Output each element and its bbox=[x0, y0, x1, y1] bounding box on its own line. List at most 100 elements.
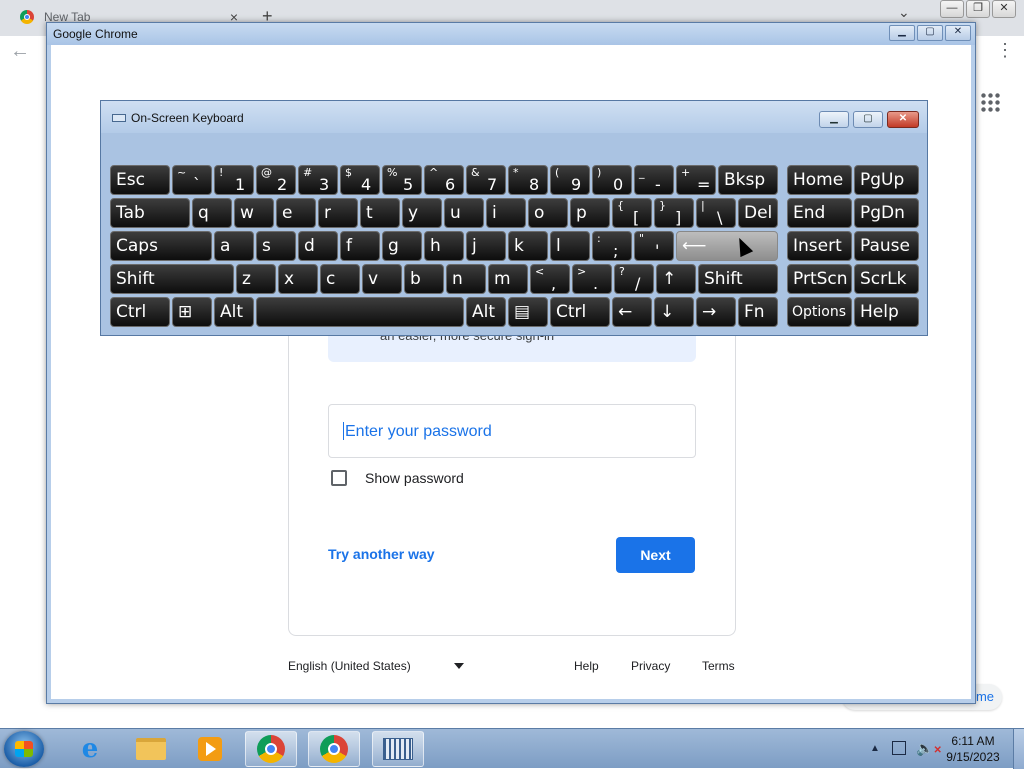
osk-key-i[interactable]: i bbox=[486, 198, 526, 228]
osk-key-prtscn[interactable]: PrtScn bbox=[787, 264, 852, 294]
osk-key-u[interactable]: u bbox=[444, 198, 484, 228]
back-arrow-icon[interactable]: ← bbox=[10, 40, 30, 63]
osk-key-symbol[interactable]: }] bbox=[654, 198, 694, 228]
osk-key-alt[interactable]: Alt bbox=[466, 297, 506, 327]
osk-key-pgdn[interactable]: PgDn bbox=[854, 198, 919, 228]
terms-link[interactable]: Terms bbox=[702, 659, 735, 673]
osk-key-t[interactable]: t bbox=[360, 198, 400, 228]
taskbar-media-player[interactable] bbox=[184, 731, 236, 767]
osk-key-p[interactable]: p bbox=[570, 198, 610, 228]
show-password-checkbox[interactable] bbox=[331, 470, 347, 486]
osk-key-w[interactable]: w bbox=[234, 198, 274, 228]
osk-key-symbol[interactable]: _ - bbox=[634, 165, 674, 195]
menu-kebab-icon[interactable]: ⋮ bbox=[996, 40, 1014, 61]
taskbar-on-screen-keyboard[interactable] bbox=[372, 731, 424, 767]
osk-key-s[interactable]: s bbox=[256, 231, 296, 261]
osk-key-k[interactable]: k bbox=[508, 231, 548, 261]
osk-key-alt[interactable]: Alt bbox=[214, 297, 254, 327]
osk-key-fn[interactable]: Fn bbox=[738, 297, 778, 327]
osk-key-symbol[interactable]: :; bbox=[592, 231, 632, 261]
network-icon[interactable] bbox=[892, 741, 906, 755]
osk-key-0[interactable]: ) 0 bbox=[592, 165, 632, 195]
osk-key-r[interactable]: r bbox=[318, 198, 358, 228]
osk-key-scrlk[interactable]: ScrLk bbox=[854, 264, 919, 294]
osk-key-pause[interactable]: Pause bbox=[854, 231, 919, 261]
osk-key-n[interactable]: n bbox=[446, 264, 486, 294]
osk-key-3[interactable]: #3 bbox=[298, 165, 338, 195]
password-field[interactable] bbox=[328, 404, 696, 458]
popup-maximize-button[interactable]: ▢ bbox=[917, 25, 943, 41]
osk-key-7[interactable]: & 7 bbox=[466, 165, 506, 195]
osk-key-z[interactable]: z bbox=[236, 264, 276, 294]
osk-key-ctrl[interactable]: Ctrl bbox=[110, 297, 170, 327]
osk-key-symbol[interactable]: ← bbox=[612, 297, 652, 327]
osk-key-symbol[interactable]: ~ ` bbox=[172, 165, 212, 195]
osk-key-ctrl[interactable]: Ctrl bbox=[550, 297, 610, 327]
osk-key-insert[interactable]: Insert bbox=[787, 231, 852, 261]
osk-key-help[interactable]: Help bbox=[854, 297, 919, 327]
osk-key-symbol[interactable]: ↓ bbox=[654, 297, 694, 327]
osk-key-shift[interactable]: Shift bbox=[110, 264, 234, 294]
restore-button[interactable]: ❐ bbox=[966, 0, 990, 18]
osk-key-symbol[interactable]: ↑ bbox=[656, 264, 696, 294]
osk-key-a[interactable]: a bbox=[214, 231, 254, 261]
osk-key-symbol[interactable]: ▤ bbox=[508, 297, 548, 327]
taskbar-chrome-profile[interactable] bbox=[245, 731, 297, 767]
osk-key-q[interactable]: q bbox=[192, 198, 232, 228]
osk-key-symbol[interactable]: + = bbox=[676, 165, 716, 195]
osk-key-del[interactable]: Del bbox=[738, 198, 778, 228]
osk-key-bksp[interactable]: Bksp bbox=[718, 165, 778, 195]
osk-key-symbol[interactable]: ⊞ bbox=[172, 297, 212, 327]
tray-expand-icon[interactable]: ▲ bbox=[870, 743, 880, 754]
osk-key-f[interactable]: f bbox=[340, 231, 380, 261]
osk-key-g[interactable]: g bbox=[382, 231, 422, 261]
osk-key-9[interactable]: (9 bbox=[550, 165, 590, 195]
osk-key-caps[interactable]: Caps bbox=[110, 231, 212, 261]
close-button[interactable]: ✕ bbox=[992, 0, 1016, 18]
show-password-row[interactable]: Show password bbox=[331, 470, 464, 486]
window-titlebar[interactable]: Google Chrome ▁ ▢ ✕ bbox=[47, 23, 975, 45]
osk-key-8[interactable]: * 8 bbox=[508, 165, 548, 195]
help-link[interactable]: Help bbox=[574, 659, 599, 673]
osk-key-end[interactable]: End bbox=[787, 198, 852, 228]
minimize-button[interactable]: — bbox=[940, 0, 964, 18]
osk-key-symbol[interactable]: {[ bbox=[612, 198, 652, 228]
osk-key-c[interactable]: c bbox=[320, 264, 360, 294]
osk-key-esc[interactable]: Esc bbox=[110, 165, 170, 195]
taskbar-file-explorer[interactable] bbox=[125, 731, 177, 767]
osk-key-pgup[interactable]: PgUp bbox=[854, 165, 919, 195]
osk-key-symbol[interactable]: ? / bbox=[614, 264, 654, 294]
osk-titlebar[interactable]: On-Screen Keyboard ▁ ▢ ✕ bbox=[101, 101, 927, 133]
osk-key-j[interactable]: j bbox=[466, 231, 506, 261]
password-input[interactable] bbox=[343, 419, 677, 445]
popup-close-button[interactable]: ✕ bbox=[945, 25, 971, 41]
osk-key-1[interactable]: ! 1 bbox=[214, 165, 254, 195]
osk-key-tab[interactable]: Tab bbox=[110, 198, 190, 228]
osk-key-home[interactable]: Home bbox=[787, 165, 852, 195]
osk-key-5[interactable]: % 5 bbox=[382, 165, 422, 195]
language-dropdown-icon[interactable] bbox=[454, 663, 464, 669]
osk-close-button[interactable]: ✕ bbox=[887, 111, 919, 128]
osk-key-symbol[interactable]: | \ bbox=[696, 198, 736, 228]
osk-key-d[interactable]: d bbox=[298, 231, 338, 261]
next-button[interactable]: Next bbox=[616, 537, 695, 573]
taskbar-internet-explorer[interactable]: e bbox=[64, 731, 116, 767]
osk-key-shift[interactable]: Shift bbox=[698, 264, 778, 294]
try-another-way-link[interactable]: Try another way bbox=[328, 546, 435, 562]
osk-key-y[interactable]: y bbox=[402, 198, 442, 228]
clock[interactable]: 6:11 AM 9/15/2023 bbox=[938, 733, 1008, 765]
osk-key-b[interactable]: b bbox=[404, 264, 444, 294]
osk-key-symbol[interactable]: >. bbox=[572, 264, 612, 294]
privacy-link[interactable]: Privacy bbox=[631, 659, 670, 673]
osk-key-h[interactable]: h bbox=[424, 231, 464, 261]
tab-search-chevron-icon[interactable]: ⌄ bbox=[898, 4, 910, 21]
osk-maximize-button[interactable]: ▢ bbox=[853, 111, 883, 128]
start-button[interactable] bbox=[4, 731, 44, 767]
osk-key-v[interactable]: v bbox=[362, 264, 402, 294]
taskbar-chrome[interactable] bbox=[308, 731, 360, 767]
show-desktop-button[interactable] bbox=[1013, 729, 1024, 769]
osk-key-m[interactable]: m bbox=[488, 264, 528, 294]
osk-key-symbol[interactable]: " ' bbox=[634, 231, 674, 261]
show-password-label[interactable]: Show password bbox=[365, 470, 464, 486]
osk-key-6[interactable]: ^ 6 bbox=[424, 165, 464, 195]
